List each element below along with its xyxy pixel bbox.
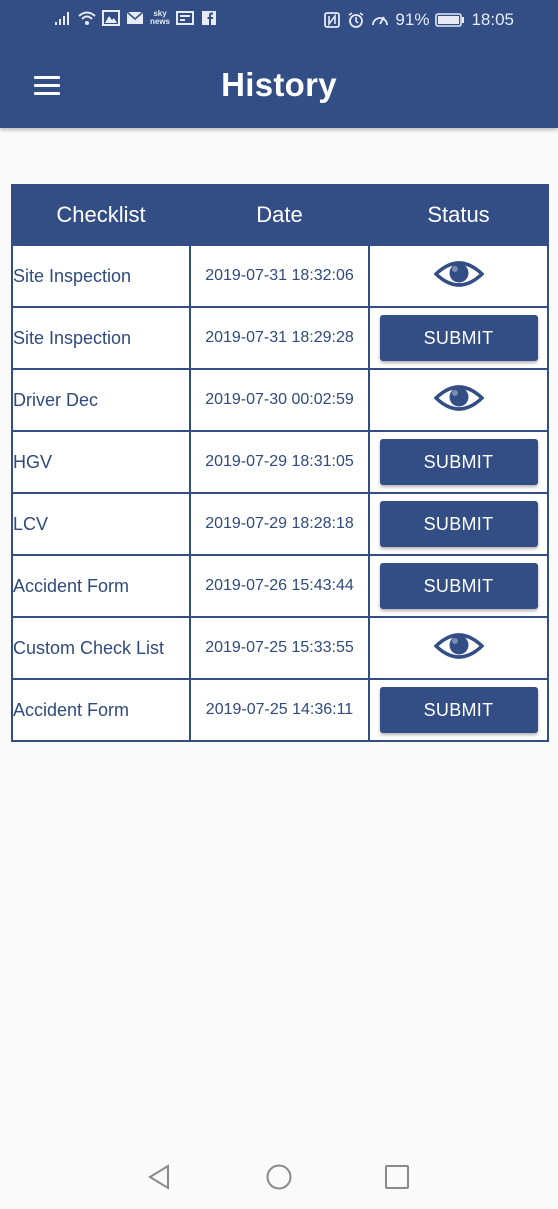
checklist-status <box>368 368 549 432</box>
checklist-date: 2019-07-30 00:02:59 <box>189 368 370 432</box>
table-row: Driver Dec 2019-07-30 00:02:59 <box>11 368 549 432</box>
checklist-name: Site Inspection <box>11 244 191 308</box>
checklist-date: 2019-07-31 18:32:06 <box>189 244 370 308</box>
battery-icon <box>435 13 465 27</box>
checklist-date: 2019-07-26 15:43:44 <box>189 554 370 618</box>
table-header-row: Checklist Date Status <box>11 184 549 246</box>
checklist-date: 2019-07-29 18:31:05 <box>189 430 370 494</box>
eye-icon[interactable] <box>432 380 485 416</box>
checklist-status <box>368 244 549 308</box>
submit-button[interactable]: SUBMIT <box>379 687 538 733</box>
column-header-date: Date <box>189 184 370 246</box>
eye-icon[interactable] <box>432 256 485 292</box>
status-bar-left: sky news <box>54 10 218 26</box>
system-nav-bar <box>0 1146 558 1209</box>
checklist-name: Custom Check List <box>11 616 191 680</box>
eye-icon[interactable] <box>432 628 485 664</box>
checklist-status: SUBMIT <box>368 430 549 494</box>
column-header-checklist: Checklist <box>11 184 191 246</box>
checklist-status: SUBMIT <box>368 678 549 742</box>
nfc-icon <box>324 12 341 28</box>
checklist-name: Site Inspection <box>11 306 191 370</box>
speedometer-icon <box>372 16 389 26</box>
table-row: Site Inspection 2019-07-31 18:29:28 SUBMIT <box>11 306 549 370</box>
checklist-name: HGV <box>11 430 191 494</box>
alarm-icon <box>348 12 364 28</box>
signal-icon <box>55 12 69 25</box>
checklist-status <box>368 616 549 680</box>
history-table: Checklist Date Status Site Inspection 201… <box>11 184 549 742</box>
checklist-status: SUBMIT <box>368 492 549 556</box>
news-icon <box>176 11 195 25</box>
checklist-date: 2019-07-25 14:36:11 <box>189 678 370 742</box>
submit-button[interactable]: SUBMIT <box>379 501 538 547</box>
checklist-date: 2019-07-29 18:28:18 <box>189 492 370 556</box>
checklist-name: LCV <box>11 492 191 556</box>
back-icon[interactable] <box>145 1163 173 1191</box>
table-row: Site Inspection 2019-07-31 18:32:06 <box>11 244 549 308</box>
table-row: HGV 2019-07-29 18:31:05 SUBMIT <box>11 430 549 494</box>
table-body: Site Inspection 2019-07-31 18:32:06 Site I… <box>11 244 549 742</box>
checklist-name: Accident Form <box>11 554 191 618</box>
table-row: Accident Form 2019-07-26 15:43:44 SUBMIT <box>11 554 549 618</box>
checklist-date: 2019-07-25 15:33:55 <box>189 616 370 680</box>
status-bar: sky news 91% 18:05 <box>0 0 558 42</box>
submit-button[interactable]: SUBMIT <box>379 563 538 609</box>
battery-percent: 91% <box>395 10 430 29</box>
gallery-notification-icon <box>102 10 120 26</box>
checklist-status: SUBMIT <box>368 306 549 370</box>
facebook-icon <box>202 11 217 25</box>
checklist-date: 2019-07-31 18:29:28 <box>189 306 370 370</box>
table-row: Accident Form 2019-07-25 14:36:11 SUBMIT <box>11 678 549 742</box>
submit-button[interactable]: SUBMIT <box>379 439 538 485</box>
table-row: Custom Check List 2019-07-25 15:33:55 <box>11 616 549 680</box>
clock: 18:05 <box>471 10 514 29</box>
mail-icon <box>126 11 144 24</box>
app-bar: sky news 91% 18:05 History <box>0 0 558 128</box>
home-icon[interactable] <box>265 1163 293 1191</box>
page-title: History <box>221 66 337 103</box>
checklist-name: Accident Form <box>11 678 191 742</box>
sky-news-icon: sky news <box>150 10 170 26</box>
checklist-status: SUBMIT <box>368 554 549 618</box>
sky-news-bottom: news <box>150 17 171 26</box>
status-bar-right: 91% 18:05 <box>323 10 514 30</box>
checklist-name: Driver Dec <box>11 368 191 432</box>
table-row: LCV 2019-07-29 18:28:18 SUBMIT <box>11 492 549 556</box>
recents-icon[interactable] <box>383 1163 411 1191</box>
wifi-icon <box>78 11 96 25</box>
submit-button[interactable]: SUBMIT <box>379 315 538 361</box>
column-header-status: Status <box>368 184 549 246</box>
